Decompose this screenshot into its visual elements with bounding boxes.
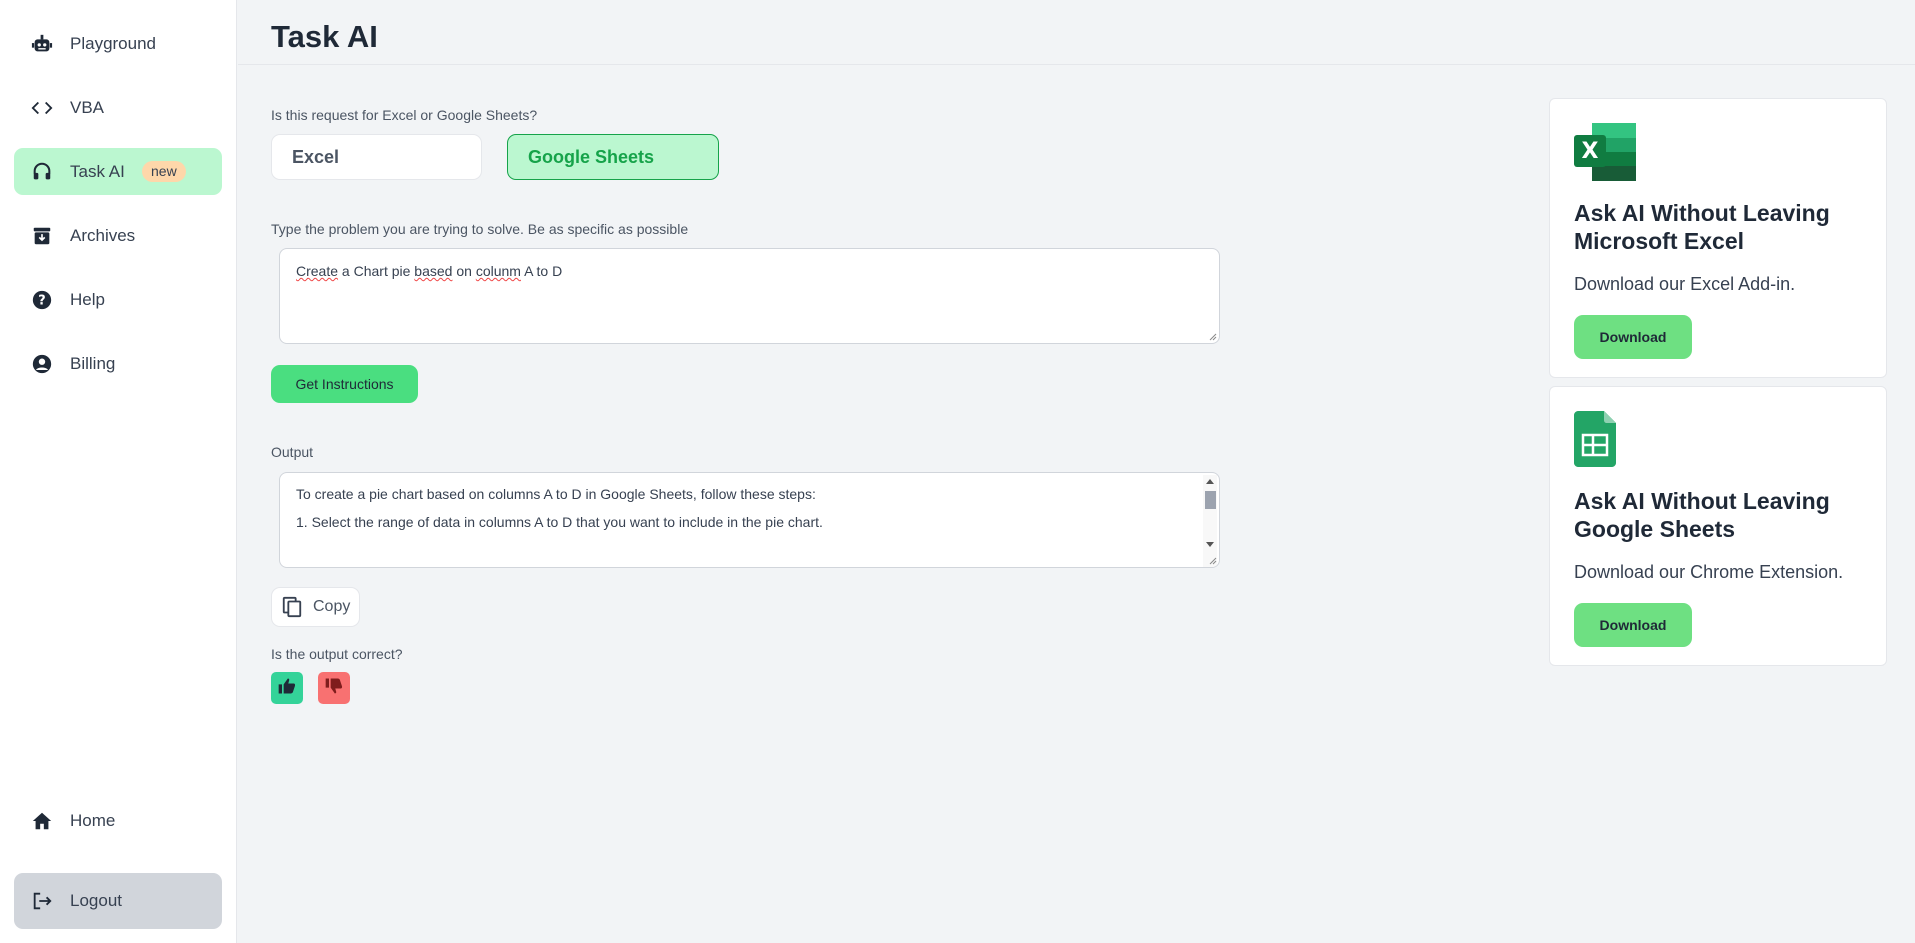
output-scrollbar[interactable] — [1203, 475, 1217, 567]
excel-card-title: Ask AI Without Leaving Microsoft Excel — [1574, 200, 1830, 254]
robot-icon — [30, 32, 54, 56]
output-label: Output — [271, 444, 314, 460]
sidebar-item-task-ai[interactable]: Task AI new — [14, 148, 222, 195]
logout-button[interactable]: Logout — [14, 873, 222, 929]
platform-question: Is this request for Excel or Google Shee… — [271, 107, 538, 123]
sidebar: Playground VBA Task AI new Archives ? He… — [0, 0, 237, 943]
resize-handle[interactable] — [1207, 331, 1217, 341]
logout-label: Logout — [70, 891, 122, 910]
scroll-down-icon[interactable] — [1206, 542, 1214, 547]
sidebar-item-vba[interactable]: VBA — [14, 84, 222, 131]
sidebar-item-label: Help — [70, 289, 105, 309]
feedback-question: Is the output correct? — [271, 646, 403, 662]
resize-handle[interactable] — [1207, 555, 1217, 565]
problem-label: Type the problem you are trying to solve… — [271, 221, 689, 237]
sheets-card-title: Ask AI Without Leaving Google Sheets — [1574, 488, 1830, 542]
sidebar-item-label: Billing — [70, 353, 116, 373]
sheets-card-desc: Download our Chrome Extension. — [1574, 562, 1844, 582]
new-badge: new — [142, 161, 186, 182]
sidebar-item-help[interactable]: ? Help — [14, 276, 222, 323]
thumbs-up-icon — [277, 676, 297, 701]
page-title: Task AI — [271, 19, 378, 54]
headset-icon — [30, 160, 54, 184]
home-label: Home — [70, 810, 116, 830]
header: Task AI — [238, 0, 1915, 65]
help-icon: ? — [30, 288, 54, 312]
output-line: 1. Select the range of data in columns A… — [296, 514, 823, 530]
excel-option[interactable]: Excel — [271, 134, 482, 180]
user-circle-icon — [30, 352, 54, 376]
sheets-extension-card: Ask AI Without Leaving Google Sheets Dow… — [1549, 386, 1887, 666]
scroll-thumb[interactable] — [1205, 491, 1216, 509]
thumbs-down-button[interactable] — [318, 672, 350, 704]
google-sheets-logo-icon — [1574, 411, 1616, 472]
thumbs-up-button[interactable] — [271, 672, 303, 704]
sheets-download-button[interactable]: Download — [1574, 603, 1692, 647]
archive-icon — [30, 224, 54, 248]
logout-icon — [30, 889, 54, 913]
problem-input[interactable]: Create a Chart pie based on colunm A to … — [279, 248, 1220, 344]
sidebar-item-label: VBA — [70, 97, 105, 117]
sidebar-item-label: Archives — [70, 225, 136, 245]
excel-logo-icon: X — [1574, 123, 1638, 186]
thumbs-down-icon — [324, 676, 344, 701]
excel-download-button[interactable]: Download — [1574, 315, 1692, 359]
copy-button[interactable]: Copy — [271, 587, 360, 627]
sidebar-item-label: Task AI — [70, 161, 125, 181]
sidebar-item-billing[interactable]: Billing — [14, 340, 222, 387]
copy-icon — [281, 596, 303, 618]
svg-text:?: ? — [38, 294, 45, 309]
svg-text:X: X — [1582, 139, 1599, 164]
code-icon — [30, 96, 54, 120]
sidebar-item-playground[interactable]: Playground — [14, 20, 222, 67]
sidebar-item-home[interactable]: Home — [14, 797, 222, 844]
get-instructions-button[interactable]: Get Instructions — [271, 365, 418, 403]
problem-text: Create a Chart pie based on colunm A to … — [296, 263, 563, 279]
excel-card-desc: Download our Excel Add-in. — [1574, 274, 1796, 294]
google-sheets-option[interactable]: Google Sheets — [507, 134, 719, 180]
scroll-up-icon[interactable] — [1206, 479, 1214, 484]
output-line: To create a pie chart based on columns A… — [296, 486, 816, 502]
sidebar-item-archives[interactable]: Archives — [14, 212, 222, 259]
sidebar-item-label: Playground — [70, 33, 157, 53]
home-icon — [30, 809, 54, 833]
copy-label: Copy — [313, 598, 351, 615]
output-textarea[interactable]: To create a pie chart based on columns A… — [279, 472, 1220, 568]
excel-addin-card: X Ask AI Without Leaving Microsoft Excel… — [1549, 98, 1887, 378]
